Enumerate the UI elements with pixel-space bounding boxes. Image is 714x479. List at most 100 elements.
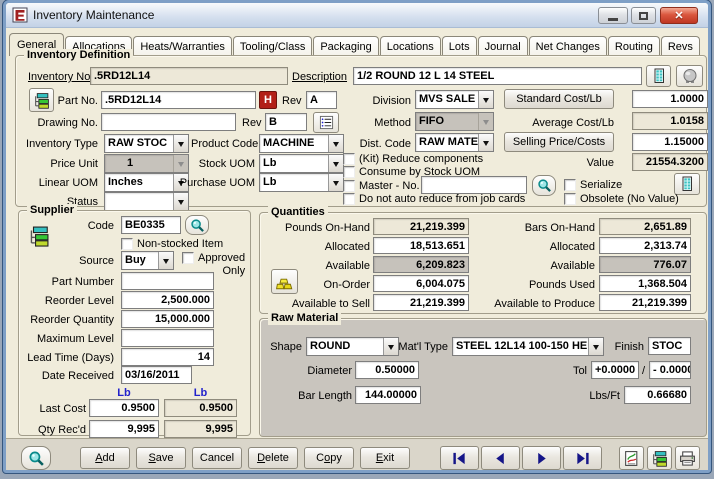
inventory-no-link[interactable]: Inventory No. [28,71,93,84]
checkbox[interactable] [182,252,194,264]
save-button[interactable]: Save [136,447,186,469]
tab-packaging[interactable]: Packaging [313,36,379,56]
status-select[interactable] [104,192,189,211]
maximize-button[interactable] [631,7,656,24]
window-title: Inventory Maintenance [33,8,155,22]
tab-tooling-class[interactable]: Tooling/Class [232,36,313,56]
master-no-field[interactable] [421,176,527,194]
chevron-down-icon[interactable] [328,155,343,172]
search-button[interactable] [21,446,51,470]
master-search-button[interactable] [532,175,556,196]
stock-uom-select[interactable]: Lb [259,154,344,173]
chevron-down-icon[interactable] [478,134,493,151]
non-stocked-checkbox[interactable]: Non-stocked Item [121,238,223,251]
exit-button[interactable]: Exit [360,447,410,469]
chevron-down-icon[interactable] [173,193,188,210]
bar-length-field[interactable]: 144.00000 [355,386,421,404]
history-button[interactable]: H [259,91,277,109]
obsolete-checkbox[interactable]: Obsolete (No Value) [564,193,679,206]
matl-type-select[interactable]: STEEL 12L14 100-150 HE [452,337,604,356]
nav-first-button[interactable] [440,446,479,470]
finish-field[interactable]: STOC [648,337,691,355]
part-no-field[interactable]: .5RD12L14 [101,91,256,109]
print-button[interactable] [675,446,700,470]
lbs-ft-field[interactable]: 0.66680 [624,386,691,404]
button-text: py [330,452,342,464]
checkbox[interactable] [564,193,576,205]
description-field[interactable]: 1/2 ROUND 12 L 14 STEEL [353,67,642,85]
shape-select[interactable]: ROUND [306,337,399,356]
tab-heats-warranties[interactable]: Heats/Warranties [133,36,232,56]
notes-button[interactable] [646,65,671,87]
chevron-down-icon[interactable] [173,135,188,152]
chevron-down-icon[interactable] [328,174,343,191]
source-select[interactable]: Buy [121,251,174,270]
copy-button[interactable]: Co py [304,447,354,469]
lead-time-field[interactable]: 14 [121,348,214,366]
hierarchy-icon[interactable] [28,225,50,247]
standard-cost-field[interactable]: 1.0000 [632,90,708,108]
kit-reduce-checkbox[interactable]: (Kit) Reduce components [343,153,483,166]
qty-recd-field[interactable]: 9,995 [89,420,159,438]
checkbox[interactable] [343,180,355,192]
checkbox[interactable] [564,179,576,191]
dist-code-select[interactable]: RAW MATE [415,133,494,152]
delete-button[interactable]: Delete [248,447,298,469]
drawing-no-field[interactable] [101,113,236,131]
division-value: MVS SALE [419,93,476,105]
date-received-field[interactable]: 03/16/2011 [121,366,192,384]
serialize-checkbox[interactable]: Serialize [564,179,622,192]
checkbox[interactable] [121,238,133,250]
add-button[interactable]: Add [80,447,130,469]
reorder-qty-field[interactable]: 15,000.000 [121,310,214,328]
no-auto-reduce-checkbox[interactable]: Do not auto reduce from job cards [343,193,525,206]
description-link[interactable]: Description [292,71,347,84]
tab-revs[interactable]: Revs [660,36,700,56]
serial-notes-button[interactable] [674,173,700,195]
rev-b-field[interactable]: B [265,113,307,131]
allocated-lbs-field: 18,513.651 [373,237,469,254]
checkbox[interactable] [343,153,355,165]
tab-journal[interactable]: Journal [477,36,528,56]
reorder-level-field[interactable]: 2,500.000 [121,291,214,309]
selling-price-button[interactable]: Selling Price/Costs [504,132,614,152]
tab-routing[interactable]: Routing [607,36,660,56]
nav-next-button[interactable] [522,446,561,470]
rev-list-button[interactable] [313,112,339,133]
selling-price-field[interactable]: 1.15000 [632,133,708,151]
standard-cost-button[interactable]: Standard Cost/Lb [504,89,614,109]
supplier-part-number-field[interactable] [121,272,214,290]
chevron-down-icon[interactable] [478,91,493,108]
tol-plus-field[interactable]: +0.0000 [591,361,639,379]
hierarchy-view-button[interactable] [647,446,672,470]
tol-minus-field[interactable]: - 0.0000 [649,361,691,379]
minimize-button[interactable] [598,7,628,24]
report-button[interactable] [619,446,644,470]
checkbox[interactable] [343,166,355,178]
cancel-button[interactable]: Cancel [192,447,242,469]
purchase-uom-select[interactable]: Lb [259,173,344,192]
chevron-down-icon[interactable] [588,338,603,355]
chevron-down-icon[interactable] [158,252,173,269]
globe-button[interactable] [676,65,703,87]
tab-locations[interactable]: Locations [379,36,441,56]
product-code-select[interactable]: MACHINE [259,134,344,153]
close-button[interactable]: ✕ [660,7,698,24]
inventory-type-select[interactable]: RAW STOC [104,134,189,153]
master-no-checkbox[interactable]: Master - No. [343,180,420,193]
rev-a-field[interactable]: A [306,91,337,109]
diameter-field[interactable]: 0.50000 [355,361,419,379]
hierarchy-button[interactable] [29,88,54,112]
last-cost-label: Last Cost [39,403,86,415]
title-bar[interactable]: Inventory Maintenance ✕ [6,3,708,28]
max-level-field[interactable] [121,329,214,347]
division-select[interactable]: MVS SALE [415,90,494,109]
nav-previous-button[interactable] [481,446,520,470]
checkbox[interactable] [343,193,355,205]
supplier-code-field[interactable]: BE0335 [121,216,181,234]
nav-last-button[interactable] [563,446,602,470]
tab-net-changes[interactable]: Net Changes [528,36,607,56]
tab-lots[interactable]: Lots [441,36,477,56]
last-cost-field[interactable]: 0.9500 [89,399,159,417]
supplier-search-button[interactable] [185,215,209,235]
